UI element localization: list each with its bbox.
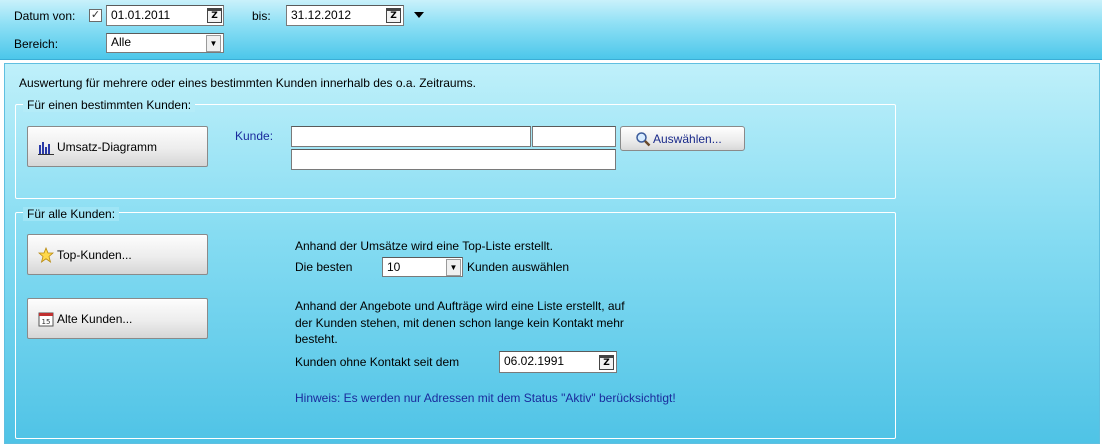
top-count-value: 10 (387, 260, 401, 274)
select-customer-button[interactable]: Auswählen... (620, 126, 745, 151)
intro-text: Auswertung für mehrere oder eines bestim… (19, 76, 476, 90)
filter-bar: Datum von: ✓ 01.01.2011 Z bis: 31.12.201… (0, 0, 1102, 60)
top-count-dropdown-icon[interactable]: ▼ (446, 259, 461, 276)
date-range-dropdown-icon[interactable] (414, 12, 424, 18)
select-customer-button-label: Auswählen... (653, 131, 722, 146)
date-to-value: 31.12.2012 (291, 8, 352, 22)
top-customers-button[interactable]: Top-Kunden... (27, 234, 208, 275)
single-customer-title: Für einen bestimmten Kunden: (23, 98, 196, 112)
date-from-checkbox[interactable]: ✓ (89, 9, 102, 22)
top-customers-button-label: Top-Kunden... (57, 247, 132, 262)
date-from-value: 01.01.2011 (111, 8, 171, 22)
range-value: Alle (111, 35, 132, 49)
no-contact-label: Kunden ohne Kontakt seit dem (295, 355, 460, 369)
range-dropdown-icon[interactable]: ▼ (206, 35, 221, 52)
customer-name-input[interactable] (291, 126, 531, 147)
top-best-label: Die besten (295, 260, 353, 274)
date-from-label: Datum von: (14, 9, 76, 23)
no-contact-date-value: 06.02.1991 (504, 354, 565, 368)
customer-label: Kunde: (235, 129, 274, 143)
old-customers-button-label: Alte Kunden... (57, 311, 133, 326)
main-panel: Auswertung für mehrere oder eines bestim… (4, 63, 1100, 444)
old-customers-button[interactable]: 15 Alte Kunden... (27, 298, 208, 339)
top-description: Anhand der Umsätze wird eine Top-Liste e… (295, 239, 553, 253)
date-from-calendar-icon[interactable]: Z (207, 8, 222, 23)
date-to-calendar-icon[interactable]: Z (386, 8, 401, 23)
star-icon (37, 246, 55, 263)
hint-text: Hinweis: Es werden nur Adressen mit dem … (295, 391, 676, 405)
sales-chart-button[interactable]: Umsatz-Diagramm (27, 126, 208, 167)
top-select-label: Kunden auswählen (467, 260, 570, 274)
old-description-line1: Anhand der Angebote und Aufträge wird ei… (295, 299, 625, 313)
calendar-icon: 15 (38, 311, 54, 327)
bar-chart-icon (38, 139, 54, 155)
svg-text:15: 15 (42, 318, 51, 326)
all-customers-title: Für alle Kunden: (23, 207, 120, 221)
customer-extra-input[interactable] (291, 149, 616, 170)
customer-number-input[interactable] (532, 126, 616, 147)
range-label: Bereich: (14, 37, 59, 51)
old-description-line2: der Kunden stehen, mit denen schon lange… (295, 316, 624, 330)
old-description-line3: besteht. (295, 332, 338, 346)
magnifier-icon (635, 131, 651, 147)
sales-chart-button-label: Umsatz-Diagramm (57, 139, 158, 154)
no-contact-calendar-icon[interactable]: Z (599, 355, 614, 370)
date-to-label: bis: (252, 9, 271, 23)
